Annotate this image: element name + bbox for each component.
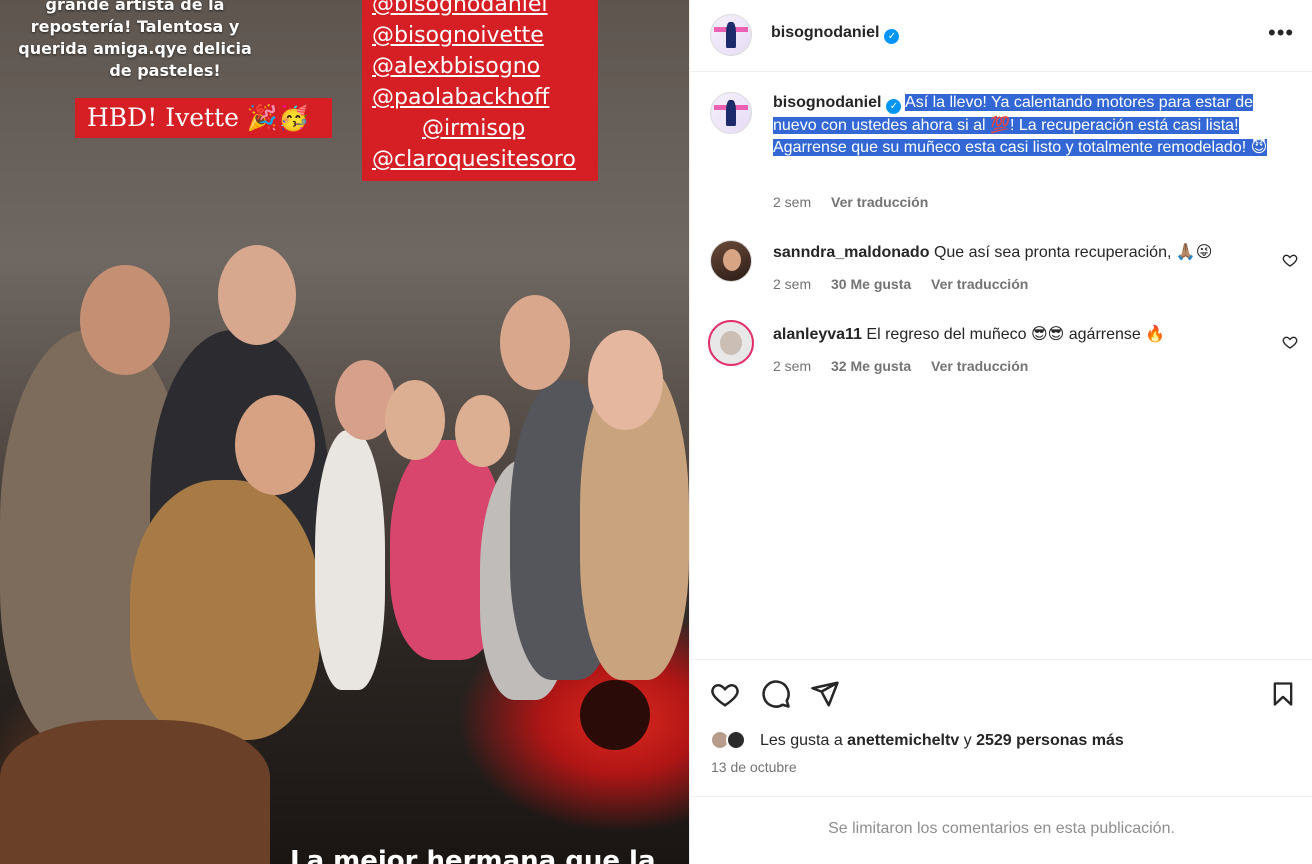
avatar-face (723, 249, 741, 271)
devil-emoji-icon: 😈 (1250, 139, 1268, 156)
tag-item: @alexbbisogno (372, 54, 541, 79)
comment-username[interactable]: alanleyva11 (773, 326, 862, 343)
hbd-label: HBD! Ivette 🎉🥳 (75, 98, 332, 138)
post-caption: bisognodaniel ✓ Así la llevo! Ya calentan… (773, 92, 1273, 160)
comment-like-heart-icon[interactable] (1282, 334, 1298, 350)
caption-meta: 2 sem Ver traducción (773, 194, 944, 210)
tag-item: @bisognoivette (372, 23, 544, 48)
liker-avatar (726, 730, 746, 750)
comment-row: sanndra_maldonado Que así sea pronta rec… (773, 242, 1273, 264)
bookmark-icon[interactable] (1269, 679, 1297, 709)
photo-person (315, 430, 385, 690)
post-side-panel: bisognodaniel ✓ ••• bisognodaniel ✓ Así la… (689, 0, 1312, 864)
story-text-line: querida amiga.qye delicia (18, 39, 252, 58)
post-actions: Les gusta a anettemicheltv y 2529 person… (690, 659, 1312, 797)
photo-person (130, 480, 320, 740)
translate-link[interactable]: Ver traducción (931, 276, 1028, 292)
avatar-face (720, 331, 742, 355)
comment-username[interactable]: sanndra_maldonado (773, 244, 929, 261)
comment-time: 2 sem (773, 358, 812, 374)
tag-item: @irmisop (422, 116, 526, 141)
caption-time: 2 sem (773, 194, 812, 210)
commenter-avatar[interactable] (710, 240, 752, 282)
likes-prefix: Les gusta a (760, 732, 848, 749)
author-avatar[interactable] (710, 14, 752, 56)
photo-face (385, 380, 445, 460)
translate-link[interactable]: Ver traducción (931, 358, 1028, 374)
verified-badge-icon: ✓ (886, 99, 902, 114)
photo-face (588, 330, 663, 430)
send-icon[interactable] (810, 679, 840, 709)
comment-text: Que así sea pronta recuperación, 🙏🏽😜 (933, 244, 1213, 261)
comment-time: 2 sem (773, 276, 812, 292)
heart-icon[interactable] (710, 679, 740, 709)
caption-username[interactable]: bisognodaniel (773, 94, 881, 111)
comment-text: El regreso del muñeco 😎😎 agárrense 🔥 (866, 326, 1166, 343)
comment-likes[interactable]: 32 Me gusta (831, 358, 911, 374)
likes-user[interactable]: anettemicheltv (847, 732, 959, 749)
translate-link[interactable]: Ver traducción (831, 194, 928, 210)
photo-cake (0, 720, 270, 864)
photo-face (500, 295, 570, 390)
photo-flower (580, 680, 650, 750)
tag-item: @claroquesitesoro (372, 147, 576, 172)
more-options-icon[interactable]: ••• (1268, 20, 1294, 46)
comment-row: alanleyva11 El regreso del muñeco 😎😎 agá… (773, 324, 1273, 346)
post-header: bisognodaniel ✓ ••• (690, 0, 1312, 72)
author-username[interactable]: bisognodaniel (771, 24, 879, 41)
avatar-figure (726, 100, 736, 126)
post-photo[interactable]: grande artista de la repostería! Talento… (0, 0, 689, 864)
likes-mid: y (959, 732, 977, 749)
photo-bottom-caption: La mejor hermana que la (290, 846, 656, 864)
likes-count[interactable]: 2529 personas más (976, 732, 1124, 749)
commenter-avatar[interactable] (708, 320, 754, 366)
tag-item: @paolabackhoff (372, 85, 550, 110)
photo-face (80, 265, 170, 375)
hundred-emoji-icon: 💯 (990, 116, 1010, 134)
story-text-line: repostería! Talentosa y (30, 17, 240, 36)
post-date[interactable]: 13 de octubre (711, 759, 797, 775)
story-text-line: de pasteles! (109, 61, 221, 80)
caption-author-avatar[interactable] (710, 92, 752, 134)
comment-icon[interactable] (761, 679, 791, 709)
photo-face (455, 395, 510, 467)
tag-item: @bisognodaniel (372, 0, 548, 17)
photo-face (235, 395, 315, 495)
comments-limited-notice: Se limitaron los comentarios en esta pub… (828, 820, 1175, 837)
comment-likes[interactable]: 30 Me gusta (831, 276, 911, 292)
story-text: grande artista de la repostería! Talento… (10, 0, 260, 82)
photo-face (218, 245, 296, 345)
verified-badge-icon: ✓ (884, 29, 900, 44)
tag-list: @bisognodaniel @bisognoivette @alexbbiso… (362, 0, 598, 181)
comment-meta: 2 sem 32 Me gusta Ver traducción (773, 358, 1044, 374)
likes-summary: Les gusta a anettemicheltv y 2529 person… (760, 732, 1124, 750)
header-user: bisognodaniel ✓ (771, 24, 900, 44)
story-text-line: grande artista de la (45, 0, 225, 14)
comment-like-heart-icon[interactable] (1282, 252, 1298, 268)
comment-meta: 2 sem 30 Me gusta Ver traducción (773, 276, 1044, 292)
avatar-figure (726, 22, 736, 48)
